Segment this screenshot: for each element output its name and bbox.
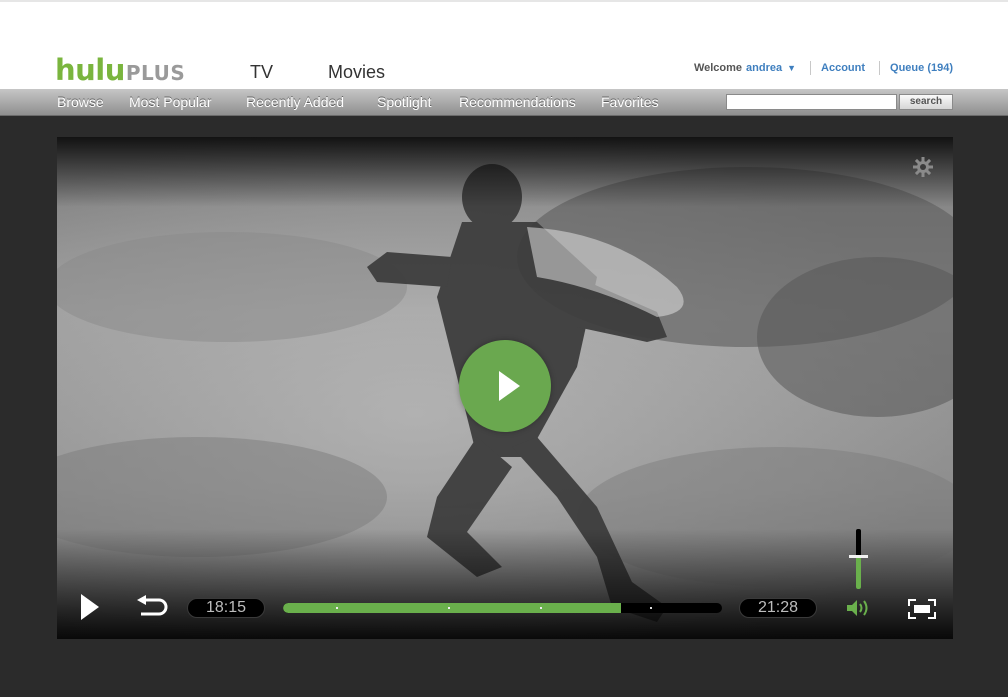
chapter-marker[interactable] xyxy=(540,607,542,609)
video-player[interactable]: 18:15 21:28 xyxy=(57,137,953,639)
progress-bar[interactable] xyxy=(283,603,722,613)
play-icon[interactable] xyxy=(79,592,101,622)
subnav-most-popular[interactable]: Most Popular xyxy=(129,94,211,110)
hulu-plus-logo[interactable]: hulu PLUS xyxy=(55,53,186,87)
account-link[interactable]: Account xyxy=(821,62,865,74)
nav-tv-link[interactable]: TV xyxy=(250,62,273,83)
search-button[interactable]: search xyxy=(899,94,953,110)
welcome-label: Welcome xyxy=(693,62,743,74)
progress-fill xyxy=(283,603,621,613)
subnav-spotlight[interactable]: Spotlight xyxy=(377,94,431,110)
play-icon xyxy=(499,371,520,401)
remaining-time: 21:28 xyxy=(739,598,817,618)
divider xyxy=(810,61,812,75)
search-input[interactable] xyxy=(726,94,897,110)
big-play-button[interactable] xyxy=(459,340,551,432)
subnav-recommendations[interactable]: Recommendations xyxy=(459,94,576,110)
subnav-browse[interactable]: Browse xyxy=(57,94,104,110)
rewind-icon[interactable] xyxy=(135,595,169,617)
volume-fill xyxy=(856,556,861,589)
volume-slider[interactable] xyxy=(856,529,861,589)
chapter-marker[interactable] xyxy=(650,607,652,609)
nav-movies-link[interactable]: Movies xyxy=(328,62,385,83)
volume-icon[interactable] xyxy=(846,599,872,617)
subnav-favorites[interactable]: Favorites xyxy=(601,94,659,110)
chevron-down-icon[interactable]: ▼ xyxy=(787,63,796,73)
elapsed-time: 18:15 xyxy=(187,598,265,618)
username-menu[interactable]: andrea xyxy=(746,62,782,74)
logo-hulu-text: hulu xyxy=(55,53,125,87)
gear-icon[interactable] xyxy=(912,156,934,178)
chapter-marker[interactable] xyxy=(336,607,338,609)
site-header: hulu PLUS TV Movies Welcome andrea ▼ Acc… xyxy=(0,0,1008,89)
volume-handle[interactable] xyxy=(849,555,868,558)
subnav-recently-added[interactable]: Recently Added xyxy=(246,94,344,110)
queue-link[interactable]: Queue (194) xyxy=(890,62,953,74)
logo-plus-text: PLUS xyxy=(125,61,186,85)
fullscreen-icon[interactable] xyxy=(908,599,936,619)
sub-navigation: Browse Most Popular Recently Added Spotl… xyxy=(0,89,1008,116)
chapter-marker[interactable] xyxy=(448,607,450,609)
divider xyxy=(879,61,881,75)
user-links: Welcome andrea ▼ Account Queue (194) xyxy=(694,61,953,75)
